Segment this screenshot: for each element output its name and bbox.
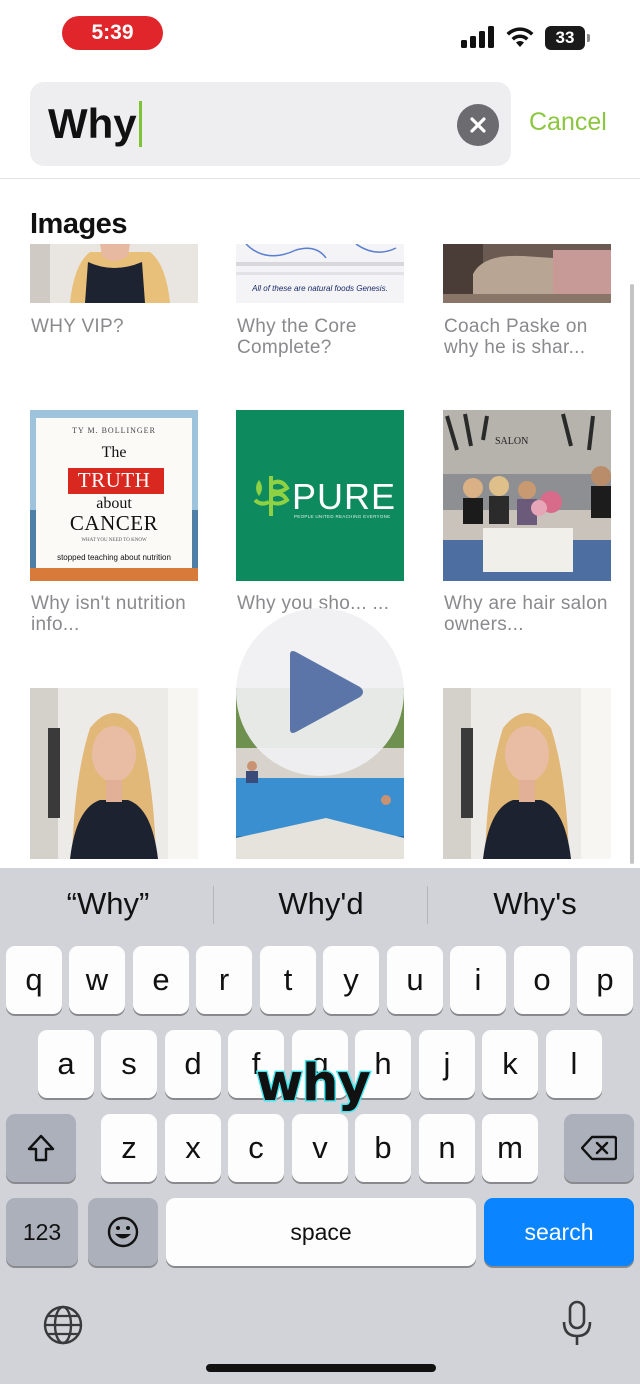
result-thumbnail: SALON (443, 410, 611, 581)
book-subtitle: WHAT YOU NEED TO KNOW (81, 538, 147, 543)
book-author: TY M. BOLLINGER (72, 426, 156, 435)
scroll-indicator[interactable] (630, 284, 634, 864)
play-button[interactable] (236, 608, 404, 776)
key-l[interactable]: l (546, 1030, 602, 1098)
battery-icon: 33 (545, 26, 591, 50)
result-thumbnail (443, 244, 611, 303)
book-title-truth: TRUTH (77, 468, 151, 492)
search-query: Why (48, 100, 137, 147)
pure-leaf-logo-icon (253, 476, 290, 516)
key-j[interactable]: j (419, 1030, 475, 1098)
key-u[interactable]: u (387, 946, 443, 1014)
result-thumbnail: PURE PEOPLE UNITED REACHING EVERYONE (236, 410, 404, 581)
result-caption: WHY VIP? (31, 316, 124, 337)
wifi-icon (506, 27, 534, 47)
pure-logo-tagline: PEOPLE UNITED REACHING EVERYONE (294, 514, 391, 519)
key-k[interactable]: k (482, 1030, 538, 1098)
globe-icon[interactable] (42, 1304, 84, 1346)
cancel-button[interactable]: Cancel (529, 108, 607, 137)
key-o[interactable]: o (514, 946, 570, 1014)
book-title-cancer: CANCER (69, 511, 159, 535)
key-r[interactable]: r (196, 946, 252, 1014)
home-indicator[interactable] (206, 1364, 436, 1372)
key-e[interactable]: e (133, 946, 189, 1014)
result-thumbnail (30, 688, 198, 859)
key-z[interactable]: z (101, 1114, 157, 1182)
key-b[interactable]: b (355, 1114, 411, 1182)
shift-icon (27, 1134, 55, 1162)
battery-level: 33 (545, 26, 585, 50)
suggestion-3[interactable]: Why's (435, 886, 635, 922)
result-thumbnail: TY M. BOLLINGER The TRUTH about CANCER W… (30, 410, 198, 581)
key-x[interactable]: x (165, 1114, 221, 1182)
shift-key[interactable] (6, 1114, 76, 1182)
header-divider (0, 178, 640, 179)
emoji-icon (107, 1216, 139, 1248)
result-caption: Why are hair salon owners... (444, 593, 608, 635)
section-title: Images (30, 208, 127, 240)
status-bar: 5:39 33 (0, 0, 640, 70)
numbers-key[interactable]: 123 (6, 1198, 78, 1266)
search-input[interactable]: Why (30, 82, 511, 166)
search-key[interactable]: search (484, 1198, 634, 1266)
key-s[interactable]: s (101, 1030, 157, 1098)
result-thumbnail (443, 688, 611, 859)
key-w[interactable]: w (69, 946, 125, 1014)
result-caption: Why isn't nutrition info... (31, 593, 187, 635)
key-t[interactable]: t (260, 946, 316, 1014)
key-p[interactable]: p (577, 946, 633, 1014)
play-icon (290, 651, 363, 733)
video-overlay-caption: why (255, 1053, 373, 1115)
key-m[interactable]: m (482, 1114, 538, 1182)
suggestion-1[interactable]: “Why” (8, 886, 208, 922)
thumb-caption-text: All of these are natural foods Genesis. (252, 284, 388, 293)
cellular-signal-icon (461, 26, 494, 48)
close-icon (470, 117, 486, 133)
key-i[interactable]: i (450, 946, 506, 1014)
key-q[interactable]: q (6, 946, 62, 1014)
delete-key[interactable] (564, 1114, 634, 1182)
backspace-icon (581, 1135, 617, 1161)
key-d[interactable]: d (165, 1030, 221, 1098)
key-c[interactable]: c (228, 1114, 284, 1182)
result-caption: Coach Paske on why he is shar... (444, 316, 588, 358)
key-n[interactable]: n (419, 1114, 475, 1182)
pure-logo-text: PURE (292, 476, 397, 517)
result-thumbnail (236, 244, 404, 303)
result-thumbnail (30, 244, 198, 303)
emoji-key[interactable] (88, 1198, 158, 1266)
space-key[interactable]: space (166, 1198, 476, 1266)
result-caption: Why the Core Complete? (237, 316, 357, 358)
book-title-the: The (101, 444, 127, 461)
key-v[interactable]: v (292, 1114, 348, 1182)
suggestion-2[interactable]: Why'd (221, 886, 421, 922)
status-time: 5:39 (62, 16, 163, 50)
text-caret (138, 101, 142, 147)
key-a[interactable]: a (38, 1030, 94, 1098)
clear-search-button[interactable] (457, 104, 499, 146)
thumb-overlay-text: stopped teaching about nutrition (57, 553, 171, 562)
key-y[interactable]: y (323, 946, 379, 1014)
microphone-icon[interactable] (560, 1300, 594, 1348)
salon-sign-text: SALON (495, 436, 529, 447)
